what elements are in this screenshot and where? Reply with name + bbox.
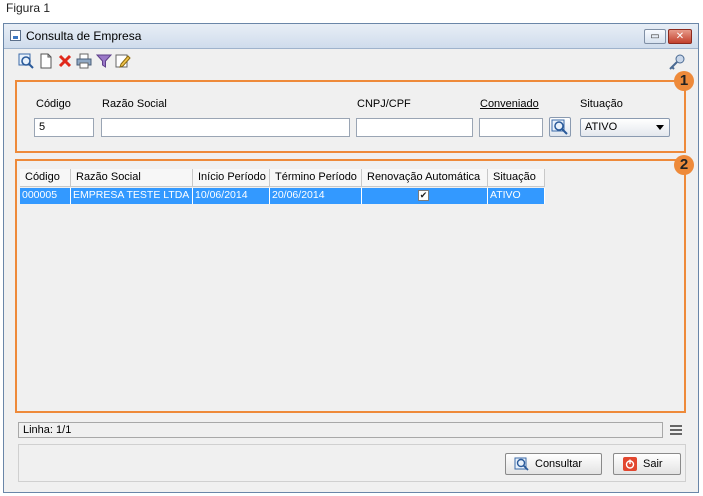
key-icon[interactable] [668,53,686,71]
print-icon[interactable] [76,53,92,69]
restore-button[interactable]: ▭ [644,29,666,44]
menu-icon[interactable] [670,425,682,435]
delete-icon[interactable] [57,53,73,69]
window-title: Consulta de Empresa [26,29,142,43]
window: Consulta de Empresa ▭ ✕ 1 Código 5 Razão [3,23,699,493]
consultar-button[interactable]: Consultar [505,453,602,475]
cell-inicio-periodo: 10/06/2014 [193,188,270,204]
search-icon[interactable] [18,53,34,69]
razao-social-field[interactable] [101,118,350,137]
conveniado-search-button[interactable] [549,117,571,137]
step-badge-1: 1 [674,71,694,91]
search-icon [514,457,530,471]
figure-label: Figura 1 [6,1,51,15]
chevron-down-icon [656,125,664,130]
column-header-codigo[interactable]: Código [20,169,71,187]
column-header-inicio-periodo[interactable]: Início Período [193,169,270,187]
step-badge-2: 2 [674,155,694,175]
filter-icon[interactable] [96,53,112,69]
column-header-termino-periodo[interactable]: Término Período [270,169,362,187]
search-icon [551,119,568,135]
cnpj-cpf-label: CNPJ/CPF [357,98,411,110]
situacao-select[interactable]: ATIVO [580,118,670,137]
conveniado-field[interactable] [479,118,543,137]
cnpj-cpf-field[interactable] [356,118,473,137]
power-icon [622,457,638,471]
column-header-razao-social[interactable]: Razão Social [71,169,193,187]
app-icon [10,30,21,41]
sair-label: Sair [643,458,663,470]
codigo-field[interactable]: 5 [34,118,94,137]
title-bar: Consulta de Empresa ▭ ✕ [4,24,698,49]
cell-renovacao-automatica: ✔ [362,188,488,204]
codigo-label: Código [36,98,71,110]
consultar-label: Consultar [535,458,583,470]
renovacao-checkbox[interactable]: ✔ [418,190,429,201]
edit-icon[interactable] [115,53,131,69]
situacao-label: Situação [580,98,623,110]
filter-panel: 1 Código 5 Razão Social CNPJ/CPF Conveni… [15,71,694,153]
razao-social-label: Razão Social [102,98,167,110]
results-panel: 2 Código Razão Social Início Período Tér… [15,155,694,413]
action-panel: Consultar Sair [18,444,686,482]
cell-termino-periodo: 20/06/2014 [270,188,362,204]
situacao-selected-value: ATIVO [585,121,618,133]
column-header-situacao[interactable]: Situação [488,169,545,187]
cell-situacao: ATIVO [488,188,545,204]
cell-codigo: 000005 [20,188,71,204]
column-header-renovacao-automatica[interactable]: Renovação Automática [362,169,488,187]
close-button[interactable]: ✕ [668,29,692,44]
sair-button[interactable]: Sair [613,453,681,475]
conveniado-label[interactable]: Conveniado [480,98,539,110]
status-bar: Linha: 1/1 [18,422,663,438]
cell-razao-social: EMPRESA TESTE LTDA [71,188,193,204]
row-count-label: Linha: 1/1 [23,424,72,436]
new-document-icon[interactable] [38,53,54,69]
